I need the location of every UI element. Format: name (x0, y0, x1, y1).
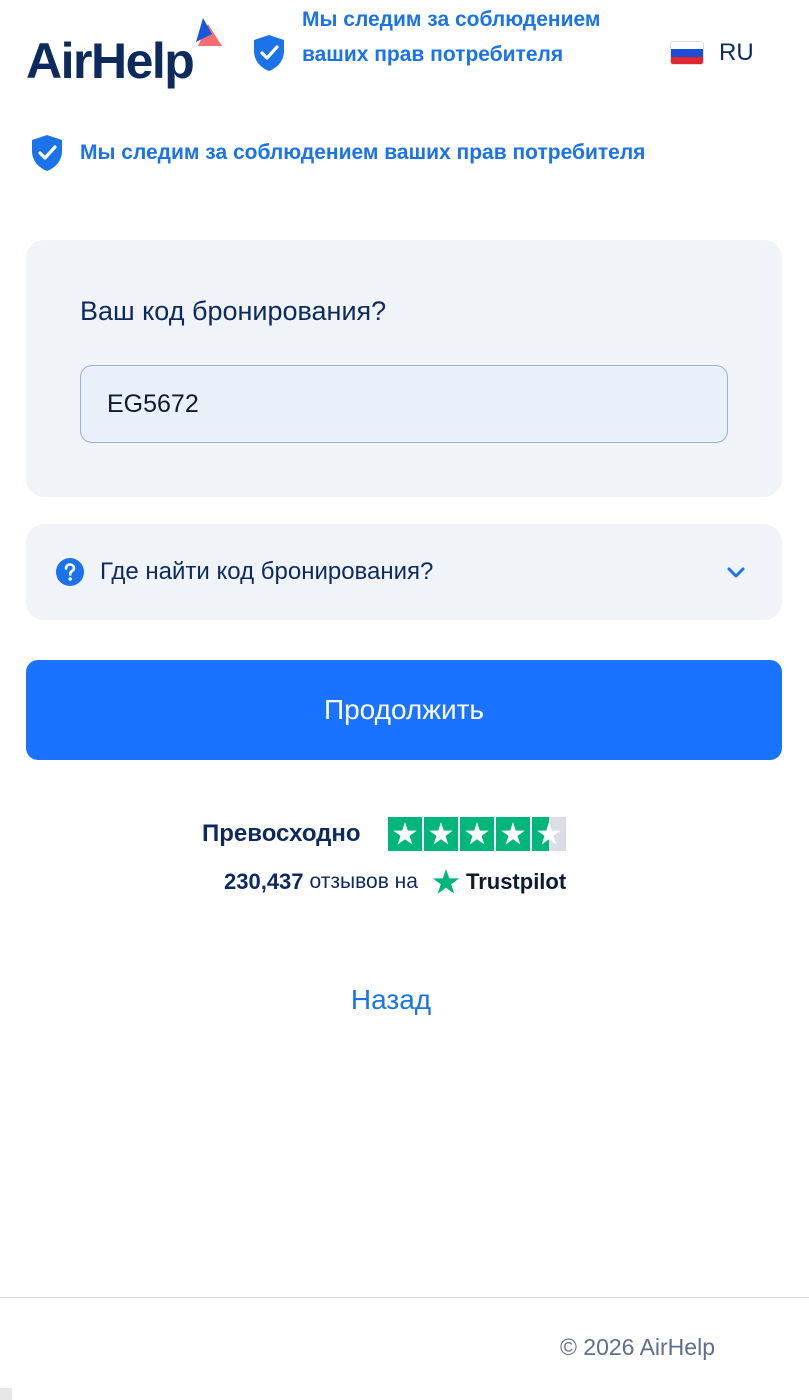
corner-marker (0, 1388, 12, 1400)
airhelp-logo[interactable]: AirHelp (26, 16, 226, 92)
rating-stars (387, 817, 566, 851)
booking-code-card: Ваш код бронирования? (26, 240, 782, 497)
continue-button[interactable]: Продолжить (26, 660, 782, 760)
shield-check-icon (32, 135, 62, 171)
rating-star-icon (459, 817, 494, 851)
trustpilot-rating: Превосходно (202, 816, 566, 852)
chevron-down-icon (727, 567, 745, 578)
back-link[interactable]: Назад (0, 984, 782, 1016)
reviews-text: отзывов на (309, 870, 418, 893)
logo-wordmark: AirHelp (26, 33, 195, 89)
rating-star-icon (531, 817, 566, 851)
language-selector[interactable]: RU (670, 36, 754, 70)
question-icon (56, 558, 84, 586)
review-count: 230,437 (224, 869, 304, 894)
copyright-text: © 2026 AirHelp (559, 1334, 715, 1360)
rating-label: Превосходно (202, 820, 361, 847)
consumer-rights-notice: Мы следим за соблюдением ваших прав потр… (30, 134, 645, 172)
shield-check-icon (254, 35, 284, 71)
logo-mark-icon (196, 18, 222, 46)
footer-divider (0, 1297, 809, 1298)
booking-code-help-toggle[interactable]: Где найти код бронирования? (26, 524, 782, 620)
booking-code-input[interactable] (80, 365, 728, 443)
rating-star-icon (495, 817, 530, 851)
trustpilot-reviews[interactable]: 230,437 отзывов на Trustpilot (224, 864, 566, 900)
rating-star-icon (423, 817, 458, 851)
help-text: Где найти код бронирования? (100, 558, 434, 585)
russia-flag-icon (670, 41, 704, 65)
trustpilot-logo: Trustpilot (432, 868, 566, 896)
rating-star-icon (387, 817, 422, 851)
notice-text: Мы следим за соблюдением ваших прав потр… (80, 141, 646, 164)
trustpilot-wordmark: Trustpilot (465, 869, 567, 894)
language-code: RU (719, 39, 754, 66)
booking-code-label: Ваш код бронирования? (80, 296, 387, 326)
trustpilot-star-icon (432, 869, 460, 894)
header-tagline: Мы следим за соблюдением ваших прав потр… (302, 8, 601, 66)
